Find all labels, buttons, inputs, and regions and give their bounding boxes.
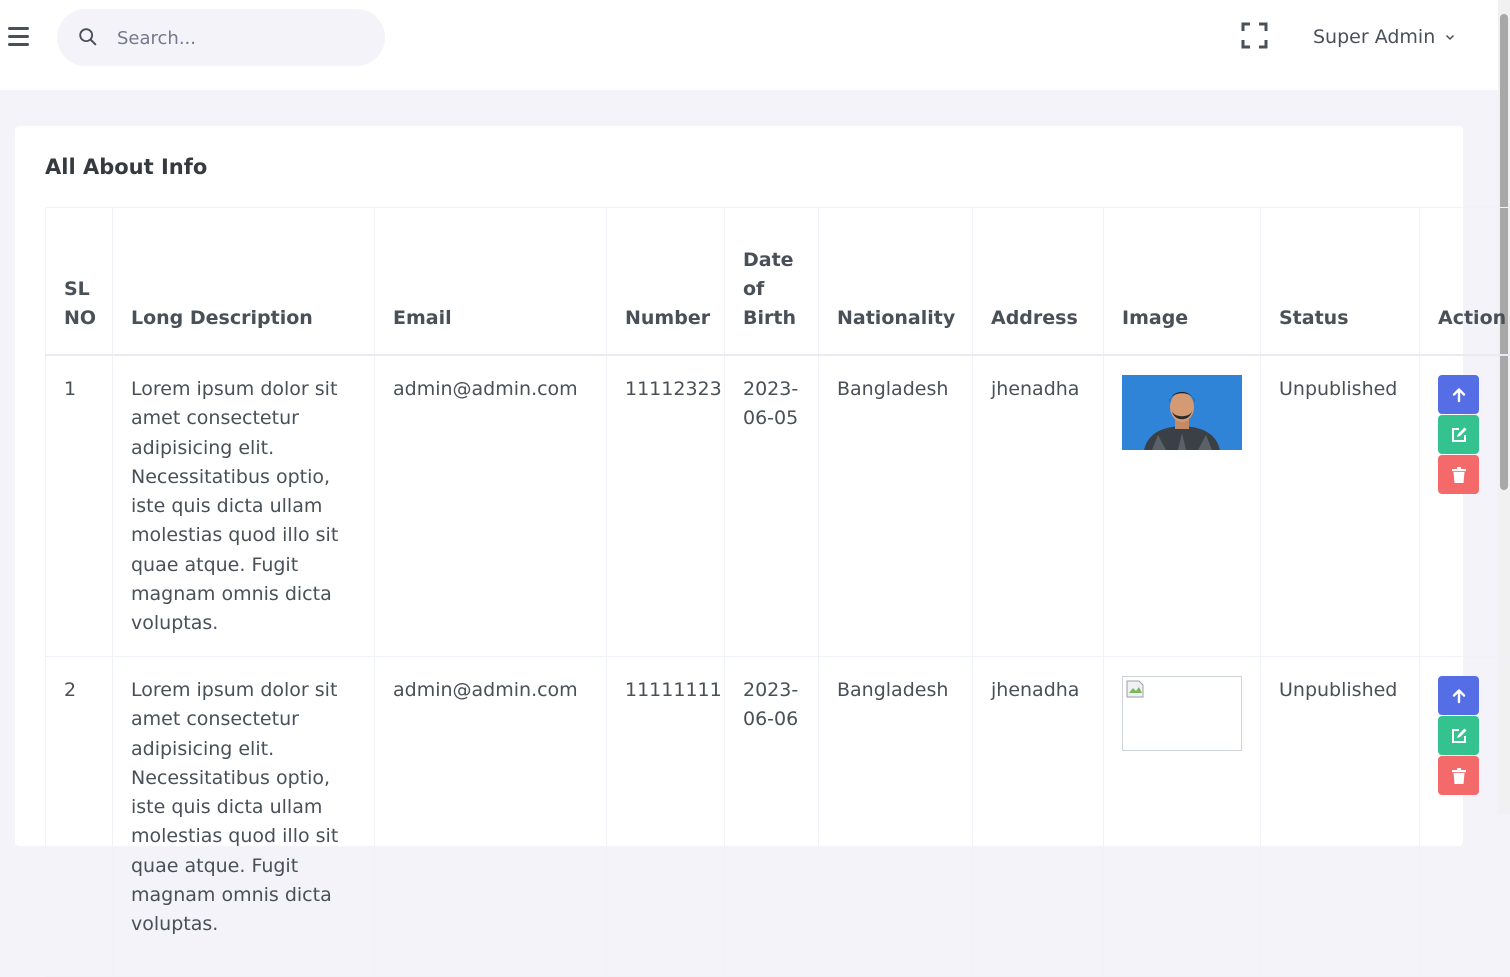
broken-image — [1122, 676, 1242, 751]
edit-icon — [1450, 426, 1468, 444]
cell-number: 11112323 — [607, 355, 725, 657]
trash-icon — [1452, 467, 1466, 483]
cell-description: Lorem ipsum dolor sit amet consectetur a… — [113, 657, 375, 977]
column-header: SL NO — [46, 208, 113, 356]
cell-email: admin@admin.com — [375, 355, 607, 657]
column-header: Nationality — [819, 208, 973, 356]
publish-button[interactable] — [1438, 676, 1479, 715]
cell-nationality: Bangladesh — [819, 657, 973, 977]
profile-photo — [1122, 375, 1242, 450]
arrow-up-icon — [1451, 688, 1467, 704]
cell-actions — [1420, 657, 1510, 977]
column-header: Number — [607, 208, 725, 356]
table-header-row: SL NO Long Description Email Number Date… — [46, 208, 1510, 356]
chevron-down-icon — [1445, 32, 1455, 42]
cell-email: admin@admin.com — [375, 657, 607, 977]
about-table: SL NO Long Description Email Number Date… — [45, 207, 1510, 977]
edit-button[interactable] — [1438, 716, 1479, 755]
cell-sl: 2 — [46, 657, 113, 977]
cell-status: Unpublished — [1261, 355, 1420, 657]
cell-dob: 2023-06-06 — [725, 657, 819, 977]
cell-dob: 2023-06-05 — [725, 355, 819, 657]
column-header: Email — [375, 208, 607, 356]
cell-description: Lorem ipsum dolor sit amet consectetur a… — [113, 355, 375, 657]
search-input[interactable] — [115, 22, 369, 54]
cell-image — [1104, 355, 1261, 657]
fullscreen-icon[interactable] — [1241, 22, 1268, 49]
trash-icon — [1452, 768, 1466, 784]
publish-button[interactable] — [1438, 375, 1479, 414]
search-box — [57, 9, 385, 66]
hamburger-menu-icon[interactable] — [8, 27, 29, 46]
broken-image-icon — [1125, 679, 1145, 699]
arrow-up-icon — [1451, 387, 1467, 403]
edit-button[interactable] — [1438, 415, 1479, 454]
table-row: 1 Lorem ipsum dolor sit amet consectetur… — [46, 355, 1510, 657]
cell-sl: 1 — [46, 355, 113, 657]
user-dropdown[interactable]: Super Admin — [1313, 24, 1455, 50]
search-icon — [77, 26, 99, 48]
user-name: Super Admin — [1313, 26, 1435, 48]
column-header: Action — [1420, 208, 1510, 356]
cell-number: 11111111 — [607, 657, 725, 977]
cell-address: jhenadha — [973, 657, 1104, 977]
delete-button[interactable] — [1438, 756, 1479, 795]
top-bar: Super Admin — [0, 0, 1498, 90]
edit-icon — [1450, 727, 1468, 745]
cell-nationality: Bangladesh — [819, 355, 973, 657]
column-header: Status — [1261, 208, 1420, 356]
page-title: All About Info — [45, 155, 207, 179]
column-header: Long Description — [113, 208, 375, 356]
column-header: Date of Birth — [725, 208, 819, 356]
cell-actions — [1420, 355, 1510, 657]
cell-image — [1104, 657, 1261, 977]
delete-button[interactable] — [1438, 455, 1479, 494]
column-header: Image — [1104, 208, 1261, 356]
table-row: 2 Lorem ipsum dolor sit amet consectetur… — [46, 657, 1510, 977]
column-header: Address — [973, 208, 1104, 356]
cell-status: Unpublished — [1261, 657, 1420, 977]
cell-address: jhenadha — [973, 355, 1104, 657]
about-info-card: All About Info SL NO Long Description Em… — [15, 126, 1463, 846]
